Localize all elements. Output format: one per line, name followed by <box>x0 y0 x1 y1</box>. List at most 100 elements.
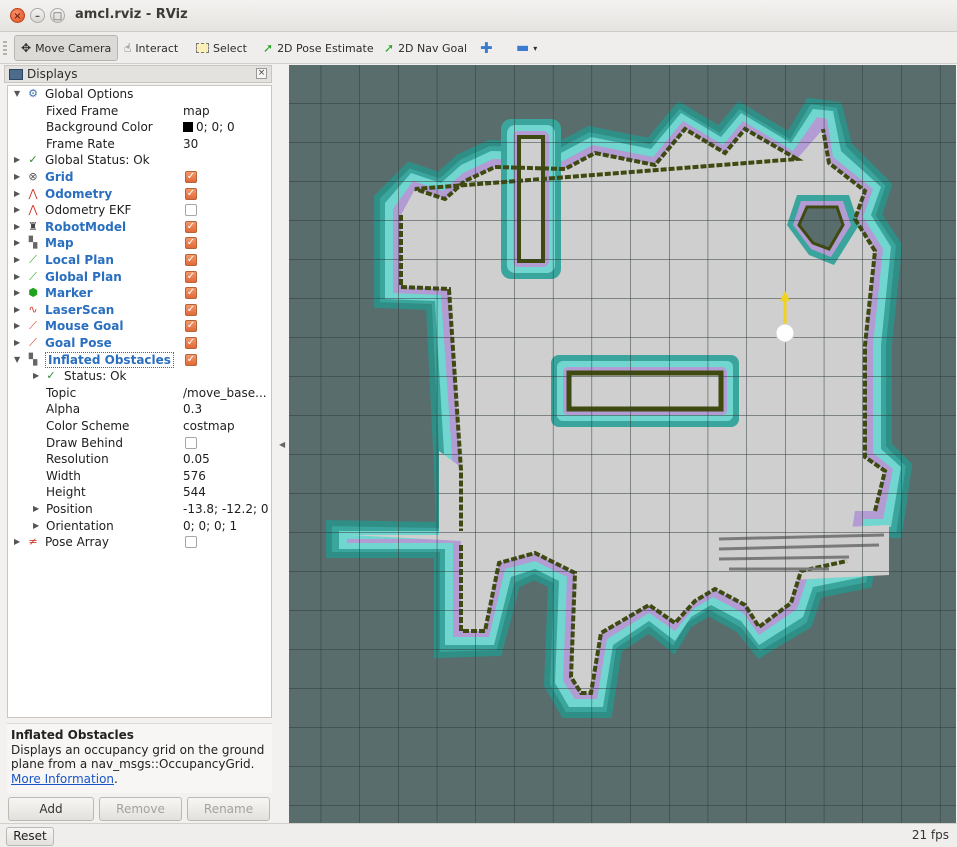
pose-estimate-tool[interactable]: ➚ 2D Pose Estimate <box>257 35 380 61</box>
map-canvas[interactable] <box>289 65 956 823</box>
tree-row-status[interactable]: ▶ ✓ Status: Ok <box>8 368 271 385</box>
expand-right-icon[interactable]: ▶ <box>14 285 20 301</box>
close-window-button[interactable]: × <box>10 8 25 23</box>
map-enable-checkbox[interactable]: ✓ <box>185 237 197 250</box>
odometry-ekf-enable-checkbox[interactable] <box>185 204 197 217</box>
tree-row-laserscan[interactable]: ▶ ∿ LaserScan ✓ <box>8 302 271 319</box>
expand-down-icon[interactable]: ▼ <box>14 352 20 368</box>
add-button[interactable]: Add <box>8 797 94 821</box>
tree-row-height[interactable]: Height 544 <box>8 484 271 501</box>
minus-icon: ▬ <box>516 40 530 56</box>
check-icon: ✓ <box>46 369 56 383</box>
odometry-enable-checkbox[interactable]: ✓ <box>185 187 197 200</box>
robot-icon: ♜ <box>28 219 38 233</box>
goal-arrow-icon: ➚ <box>384 41 395 55</box>
check-icon: ✓ <box>28 153 38 167</box>
add-tool-button[interactable]: ✚ <box>474 35 503 61</box>
pose-arrow-icon: ➚ <box>263 41 274 55</box>
tree-row-mouse-goal[interactable]: ▶ ⟋ Mouse Goal ✓ <box>8 318 271 335</box>
grid-enable-checkbox[interactable]: ✓ <box>185 171 197 183</box>
remove-button[interactable]: Remove <box>99 797 182 821</box>
pose-arrow-icon: ⟋ <box>29 336 37 349</box>
odometry-icon: ⋀ <box>28 186 38 200</box>
expand-right-icon[interactable]: ▶ <box>14 169 20 185</box>
inflated-obstacles-enable-checkbox[interactable]: ✓ <box>185 353 197 366</box>
grid-icon: ⊗ <box>28 170 38 183</box>
pose-arrow-icon: ⟋ <box>29 319 37 333</box>
map-icon: ▚ <box>28 236 38 250</box>
tree-row-local-plan[interactable]: ▶ ⟋ Local Plan ✓ <box>8 252 271 269</box>
tree-row-marker[interactable]: ▶ ⬢ Marker ✓ <box>8 285 271 302</box>
expand-right-icon[interactable]: ▶ <box>14 152 20 168</box>
tree-row-draw-behind[interactable]: Draw Behind <box>8 435 271 452</box>
tree-row-global-options[interactable]: ▼ ⚙ Global Options <box>8 86 271 103</box>
close-panel-button[interactable]: × <box>256 68 267 79</box>
mouse-goal-enable-checkbox[interactable]: ✓ <box>185 320 197 333</box>
expand-right-icon[interactable]: ▶ <box>14 202 20 218</box>
expand-right-icon[interactable]: ▶ <box>14 252 20 268</box>
nav-goal-tool[interactable]: ➚ 2D Nav Goal <box>378 35 473 61</box>
gear-icon: ⚙ <box>28 87 38 100</box>
tree-row-orientation[interactable]: ▶ Orientation 0; 0; 0; 1 <box>8 518 271 535</box>
minimize-window-button[interactable]: – <box>30 8 45 23</box>
tree-row-robotmodel[interactable]: ▶ ♜ RobotModel ✓ <box>8 219 271 236</box>
tree-row-global-plan[interactable]: ▶ ⟋ Global Plan ✓ <box>8 269 271 286</box>
map-icon: ▚ <box>28 352 38 366</box>
tree-row-width[interactable]: Width 576 <box>8 468 271 485</box>
maximize-window-button[interactable]: □ <box>50 8 65 23</box>
expand-right-icon[interactable]: ▶ <box>14 235 20 251</box>
tree-row-position[interactable]: ▶ Position -13.8; -12.2; 0 <box>8 501 271 518</box>
move-camera-tool[interactable]: ✥ Move Camera <box>14 35 119 61</box>
expand-right-icon[interactable]: ▶ <box>33 368 39 384</box>
tree-row-frame-rate[interactable]: Frame Rate 30 <box>8 136 271 153</box>
expand-right-icon[interactable]: ▶ <box>33 501 39 517</box>
expand-right-icon[interactable]: ▶ <box>14 302 20 318</box>
interact-tool[interactable]: ☝ Interact <box>118 35 184 61</box>
description-text: Displays an occupancy grid on the ground… <box>11 742 265 772</box>
robotmodel-enable-checkbox[interactable]: ✓ <box>185 220 197 233</box>
expand-right-icon[interactable]: ▶ <box>14 534 20 550</box>
expand-right-icon[interactable]: ▶ <box>14 318 20 334</box>
tree-row-odometry[interactable]: ▶ ⋀ Odometry ✓ <box>8 186 271 203</box>
global-plan-enable-checkbox[interactable]: ✓ <box>185 270 197 283</box>
panel-splitter[interactable]: ◀ <box>279 440 285 449</box>
reset-button[interactable]: Reset <box>6 827 54 846</box>
marker-enable-checkbox[interactable]: ✓ <box>185 287 197 300</box>
tree-row-color-scheme[interactable]: Color Scheme costmap <box>8 418 271 435</box>
tree-row-inflated-obstacles[interactable]: ▼ ▚ Inflated Obstacles ✓ <box>8 351 271 369</box>
description-title: Inflated Obstacles <box>11 728 134 742</box>
toolbar-grip[interactable] <box>3 41 7 55</box>
expand-right-icon[interactable]: ▶ <box>14 335 20 351</box>
laserscan-enable-checkbox[interactable]: ✓ <box>185 303 197 316</box>
tree-row-alpha[interactable]: Alpha 0.3 <box>8 401 271 418</box>
expand-right-icon[interactable]: ▶ <box>14 186 20 202</box>
local-plan-enable-checkbox[interactable]: ✓ <box>185 254 197 266</box>
pose-array-enable-checkbox[interactable] <box>185 536 197 549</box>
tree-row-resolution[interactable]: Resolution 0.05 <box>8 451 271 468</box>
displays-panel-header: Displays × <box>4 65 272 83</box>
more-information-link[interactable]: More Information <box>11 772 114 786</box>
window-title: amcl.rviz - RViz <box>75 7 188 22</box>
expand-right-icon[interactable]: ▶ <box>14 269 20 285</box>
expand-right-icon[interactable]: ▶ <box>33 518 39 534</box>
tree-row-topic[interactable]: Topic /move_base... <box>8 385 271 402</box>
draw-behind-checkbox[interactable] <box>185 436 197 449</box>
rename-button[interactable]: Rename <box>187 797 270 821</box>
select-tool[interactable]: Select <box>190 35 253 61</box>
move-camera-icon: ✥ <box>21 41 32 55</box>
remove-tool-button[interactable]: ▬ ▾ <box>510 35 543 61</box>
monitor-icon <box>9 68 23 80</box>
tree-row-pose-array[interactable]: ▶ ≠ Pose Array <box>8 534 271 551</box>
tree-row-fixed-frame[interactable]: Fixed Frame map <box>8 103 271 120</box>
expand-right-icon[interactable]: ▶ <box>14 219 20 235</box>
tree-row-global-status[interactable]: ▶ ✓ Global Status: Ok <box>8 152 271 169</box>
goal-pose-enable-checkbox[interactable]: ✓ <box>185 337 197 349</box>
select-icon <box>196 43 209 53</box>
tree-row-grid[interactable]: ▶ ⊗ Grid ✓ <box>8 169 271 186</box>
tree-row-goal-pose[interactable]: ▶ ⟋ Goal Pose ✓ <box>8 335 271 352</box>
tree-row-background-color[interactable]: Background Color 0; 0; 0 <box>8 119 271 136</box>
render-view[interactable] <box>289 65 956 823</box>
tree-row-map[interactable]: ▶ ▚ Map ✓ <box>8 235 271 252</box>
tree-row-odometry-ekf[interactable]: ▶ ⋀ Odometry EKF <box>8 202 271 219</box>
expand-down-icon[interactable]: ▼ <box>14 86 20 102</box>
